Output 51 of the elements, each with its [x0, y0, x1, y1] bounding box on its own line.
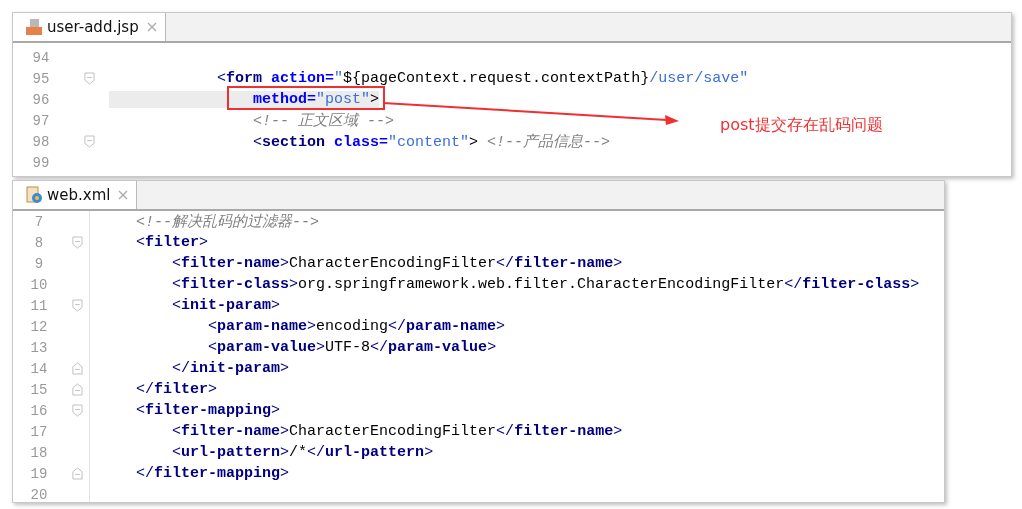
line-number: 97	[31, 112, 51, 129]
code-line: </filter>	[135, 381, 218, 398]
fold-marker-icon[interactable]	[83, 135, 95, 148]
code-line: <param-name>encoding</param-name>	[207, 318, 506, 335]
line-number: 14	[29, 360, 49, 377]
fold-marker-icon[interactable]	[71, 299, 83, 312]
fold-marker-icon[interactable]	[71, 404, 83, 417]
line-number: 95	[31, 70, 51, 87]
code-line: <form action="${pageContext.request.contextPath}/user/save"	[216, 70, 749, 87]
line-number: 16	[29, 402, 49, 419]
file-tab[interactable]: user-add.jsp	[13, 13, 166, 41]
line-number: 18	[29, 444, 49, 461]
line-number: 94	[31, 49, 51, 66]
code-line: <init-param>	[171, 297, 281, 314]
code-line: <param-value>UTF-8</param-value>	[207, 339, 497, 356]
code-line: <filter-mapping>	[135, 402, 281, 419]
fold-marker-icon[interactable]	[71, 467, 83, 480]
line-number: 9	[33, 255, 45, 272]
code-line: <!--解决乱码的过滤器-->	[135, 212, 320, 231]
code-line: <filter>	[135, 234, 209, 251]
line-number: 10	[29, 276, 49, 293]
code-line: <!-- 正文区域 -->	[252, 111, 395, 130]
line-number: 20	[29, 486, 49, 502]
code-line: <filter-name>CharacterEncodingFilter</filter-name>	[171, 423, 623, 440]
line-number: 99	[31, 154, 51, 171]
close-icon[interactable]	[118, 190, 129, 200]
close-icon[interactable]	[146, 22, 157, 32]
line-number: 13	[29, 339, 49, 356]
line-number: 96	[31, 91, 51, 108]
fold-marker-icon[interactable]	[71, 383, 83, 396]
jsp-file-icon	[25, 18, 43, 36]
line-number: 98	[31, 133, 51, 150]
annotation-text: post提交存在乱码问题	[720, 115, 883, 136]
code-line: <filter-name>CharacterEncodingFilter</filter-name>	[171, 255, 623, 272]
line-number: 8	[33, 234, 45, 251]
fold-marker-icon[interactable]	[71, 362, 83, 375]
line-number: 19	[29, 465, 49, 482]
line-number: 7	[33, 213, 45, 230]
code-line: <filter-class>org.springframework.web.filter.CharacterEncodingFilter</filter-class>	[171, 276, 920, 293]
line-number: 15	[29, 381, 49, 398]
code-line: <section class="content"> <!--产品信息-->	[252, 132, 611, 151]
code-line: </filter-mapping>	[135, 465, 290, 482]
code-line: </init-param>	[171, 360, 290, 377]
line-number: 11	[29, 297, 49, 314]
fold-marker-icon[interactable]	[71, 236, 83, 249]
fold-marker-icon[interactable]	[83, 72, 95, 85]
xml-file-icon	[25, 186, 43, 204]
code-line: <url-pattern>/*</url-pattern>	[171, 444, 434, 461]
line-number: 12	[29, 318, 49, 335]
file-tab[interactable]: web.xml	[13, 181, 138, 209]
line-number: 17	[29, 423, 49, 440]
